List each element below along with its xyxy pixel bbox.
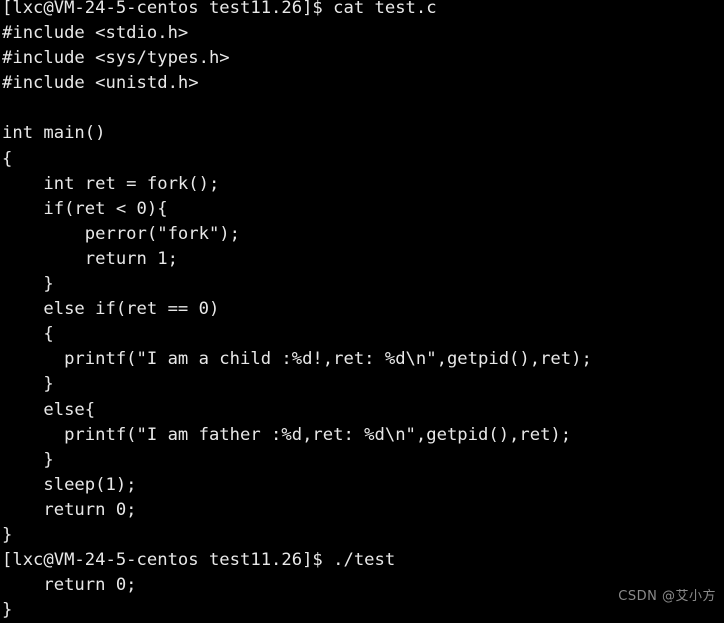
- terminal-line-prompt-cat: [lxc@VM-24-5-centos test11.26]$ cat test…: [2, 0, 437, 18]
- terminal-line-child-open-brace: {: [2, 324, 54, 345]
- terminal-screen[interactable]: [lxc@VM-24-5-centos test11.26]$ cat test…: [2, 0, 724, 623]
- terminal-line-else-open-brace: else{: [2, 399, 96, 420]
- terminal-line-else-if-ret-eq-zero: else if(ret == 0): [2, 299, 220, 320]
- terminal-line-main-open-brace: {: [2, 148, 13, 169]
- terminal-line-main-signature: int main(): [2, 123, 106, 144]
- terminal-window[interactable]: [lxc@VM-24-5-centos test11.26]$ cat test…: [0, 0, 724, 623]
- terminal-line-output-close-brace: }: [2, 600, 13, 621]
- terminal-line-printf-child: printf("I am a child :%d!,ret: %d\n",get…: [2, 349, 592, 370]
- terminal-line-if-ret-lt-zero: if(ret < 0){: [2, 198, 168, 219]
- terminal-line-output-return-zero: return 0;: [2, 575, 137, 596]
- terminal-line-decl-ret-fork: int ret = fork();: [2, 173, 220, 194]
- terminal-line-main-close-brace: }: [2, 524, 13, 545]
- terminal-line-return-one: return 1;: [2, 248, 178, 269]
- csdn-watermark: CSDN @艾小方: [618, 588, 716, 604]
- terminal-line-blank-1: [2, 96, 724, 121]
- terminal-line-else-close-brace: }: [2, 449, 54, 470]
- terminal-line-close-if-brace: }: [2, 274, 54, 295]
- terminal-line-return-zero: return 0;: [2, 499, 137, 520]
- terminal-line-child-close-brace: }: [2, 374, 54, 395]
- terminal-line-include-unistd: #include <unistd.h>: [2, 73, 199, 94]
- terminal-line-perror-fork: perror("fork");: [2, 223, 240, 244]
- terminal-line-sleep-one: sleep(1);: [2, 474, 137, 495]
- terminal-line-prompt-run-test: [lxc@VM-24-5-centos test11.26]$ ./test: [2, 550, 396, 571]
- terminal-line-include-stdio: #include <stdio.h>: [2, 23, 189, 44]
- terminal-line-printf-father: printf("I am father :%d,ret: %d\n",getpi…: [2, 424, 572, 445]
- terminal-line-include-sys-types: #include <sys/types.h>: [2, 48, 230, 69]
